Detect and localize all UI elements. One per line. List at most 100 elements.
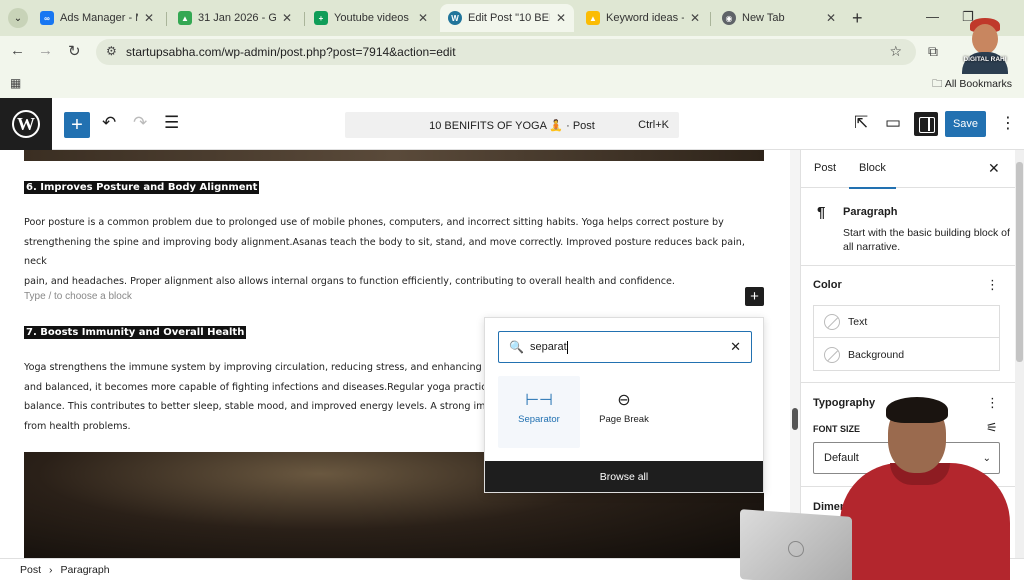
tab-edit-post[interactable]: W Edit Post "10 BENI ✕ bbox=[440, 4, 574, 32]
search-icon: 🔍 bbox=[509, 340, 524, 354]
folder-icon: 🗀 bbox=[932, 78, 943, 90]
block-option-separator[interactable]: ⊢⊣ Separator bbox=[498, 376, 580, 448]
laptop-logo-icon bbox=[788, 540, 804, 558]
minimize-icon[interactable]: — bbox=[926, 9, 939, 24]
close-tab-icon[interactable]: ✕ bbox=[418, 11, 428, 25]
undo-icon[interactable]: ↶ bbox=[102, 113, 116, 133]
reload-icon[interactable]: ↻ bbox=[68, 42, 81, 60]
tab-divider bbox=[304, 12, 305, 26]
block-inserter-popover: 🔍 separat ✕ ⊢⊣ Separator ⊖ Page Break Br… bbox=[484, 317, 764, 493]
presenter-webcam-overlay bbox=[740, 395, 1024, 580]
close-sidebar-icon[interactable]: ✕ bbox=[988, 160, 1000, 177]
wordpress-icon: W bbox=[12, 110, 40, 138]
block-option-page-break[interactable]: ⊖ Page Break bbox=[583, 376, 665, 448]
breadcrumb-separator-icon: › bbox=[49, 563, 53, 576]
tab-youtube-videos-sheet[interactable]: + Youtube videos co ✕ bbox=[306, 4, 436, 32]
scrollbar-thumb[interactable] bbox=[1016, 162, 1023, 362]
avatar-face bbox=[972, 24, 998, 54]
paragraph-line: balance. This contributes to better slee… bbox=[24, 401, 484, 412]
color-swatch-icon bbox=[824, 313, 840, 330]
paragraph-block[interactable]: Poor posture is a common problem due to … bbox=[24, 213, 764, 291]
separator-icon: ⊢⊣ bbox=[525, 392, 553, 409]
heading-block[interactable]: 6. Improves Posture and Body Alignment bbox=[24, 181, 260, 194]
tab-search-icon[interactable]: ⌄ bbox=[8, 8, 28, 28]
back-arrow-icon[interactable]: ← bbox=[10, 42, 25, 59]
paragraph-block[interactable]: Yoga strengthens the immune system by im… bbox=[24, 358, 484, 436]
close-tab-icon[interactable]: ✕ bbox=[282, 11, 292, 25]
divider bbox=[801, 265, 1015, 266]
background-color-option[interactable]: Background bbox=[814, 339, 999, 371]
page-break-icon: ⊖ bbox=[617, 392, 631, 409]
redo-icon[interactable]: ↷ bbox=[133, 113, 147, 133]
color-options-kebab-icon[interactable]: ⋮ bbox=[986, 277, 999, 293]
presenter-hair bbox=[886, 397, 948, 423]
sidebar-tabs: Post Block ✕ bbox=[801, 150, 1015, 189]
block-search-input[interactable]: separat bbox=[530, 341, 567, 353]
browse-all-button[interactable]: Browse all bbox=[485, 461, 763, 492]
google-drive-icon: ▲ bbox=[178, 11, 192, 25]
paragraph-line: and balanced, it becomes more capable of… bbox=[24, 381, 484, 393]
extensions-puzzle-icon[interactable]: ⧉ bbox=[928, 43, 938, 60]
command-palette-bar[interactable]: 10 BENIFITS OF YOGA 🧘 · Post Ctrl+K bbox=[345, 112, 679, 138]
tab-ads-manager[interactable]: ∞ Ads Manager - Ma ✕ bbox=[32, 4, 162, 32]
block-inserter-toggle[interactable]: + bbox=[64, 112, 90, 138]
site-info-icon[interactable]: ⚙ bbox=[106, 44, 117, 58]
new-tab-plus-icon[interactable]: + bbox=[852, 8, 863, 29]
forward-arrow-icon[interactable]: → bbox=[38, 42, 53, 59]
breadcrumb-item-post[interactable]: Post bbox=[20, 564, 41, 576]
paragraph-line: from health problems. bbox=[24, 420, 131, 432]
bookmark-star-icon[interactable]: ☆ bbox=[889, 43, 902, 60]
image-block[interactable] bbox=[24, 150, 764, 161]
document-title: 10 BENIFITS OF YOGA 🧘 · Post bbox=[429, 119, 595, 132]
block-option-label: Page Break bbox=[599, 414, 649, 425]
settings-sidebar-toggle[interactable] bbox=[914, 112, 938, 136]
inline-inserter-button[interactable]: + bbox=[745, 287, 764, 306]
heading-block[interactable]: 7. Boosts Immunity and Overall Health bbox=[24, 326, 247, 339]
block-description: Start with the basic building block of a… bbox=[843, 227, 1010, 253]
close-tab-icon[interactable]: ✕ bbox=[144, 11, 154, 25]
text-caret bbox=[566, 340, 568, 354]
device-preview-icon[interactable]: ▭ bbox=[885, 113, 901, 133]
close-tab-icon[interactable]: ✕ bbox=[690, 11, 700, 25]
paragraph-line: Poor posture is a common problem due to … bbox=[24, 217, 724, 228]
google-sheets-icon: + bbox=[314, 11, 328, 25]
tab-new-tab[interactable]: ◉ New Tab ✕ bbox=[714, 4, 844, 32]
tab-post[interactable]: Post bbox=[814, 162, 836, 174]
save-button[interactable]: Save bbox=[945, 111, 986, 137]
block-search-field[interactable]: 🔍 separat ✕ bbox=[498, 331, 752, 363]
close-tab-icon[interactable]: ✕ bbox=[556, 11, 566, 25]
tab-divider bbox=[710, 12, 711, 26]
breadcrumb-item-paragraph[interactable]: Paragraph bbox=[61, 564, 110, 576]
view-post-external-icon[interactable]: ⇱ bbox=[854, 113, 868, 133]
tab-divider bbox=[166, 12, 167, 26]
options-kebab-icon[interactable]: ⋮ bbox=[1000, 113, 1016, 133]
wordpress-logo-button[interactable]: W bbox=[0, 98, 52, 150]
paragraph-line: pain, and headaches. Proper alignment al… bbox=[24, 275, 675, 287]
paragraph-line: Yoga strengthens the immune system by im… bbox=[24, 362, 484, 373]
shortcut-hint: Ctrl+K bbox=[638, 119, 669, 131]
paragraph-icon: ¶ bbox=[817, 204, 826, 221]
close-tab-icon[interactable]: ✕ bbox=[826, 11, 836, 25]
tab-keyword-ideas[interactable]: ▲ Keyword ideas - M ✕ bbox=[578, 4, 708, 32]
block-option-label: Separator bbox=[518, 414, 560, 425]
empty-block-placeholder[interactable]: Type / to choose a block bbox=[24, 291, 132, 302]
document-overview-icon[interactable]: ☰ bbox=[164, 113, 179, 133]
url-text: startupsabha.com/wp-admin/post.php?post=… bbox=[126, 45, 456, 59]
divider bbox=[801, 382, 1015, 383]
text-color-option[interactable]: Text bbox=[814, 306, 999, 338]
block-name: Paragraph bbox=[843, 206, 898, 218]
paragraph-line: strengthening the spine and improving bo… bbox=[24, 236, 745, 268]
address-bar[interactable]: ⚙ startupsabha.com/wp-admin/post.php?pos… bbox=[96, 39, 916, 65]
avatar-text: DIGITAL RAHI bbox=[963, 56, 1007, 63]
apps-grid-icon[interactable]: ▦ bbox=[10, 76, 21, 90]
color-swatch-icon bbox=[824, 347, 840, 363]
wordpress-icon: W bbox=[448, 11, 462, 25]
tab-block[interactable]: Block bbox=[849, 162, 896, 189]
meta-icon: ∞ bbox=[40, 11, 54, 25]
clear-search-icon[interactable]: ✕ bbox=[730, 339, 741, 355]
editor-header: W + ↶ ↷ ☰ 10 BENIFITS OF YOGA 🧘 · Post C… bbox=[0, 98, 1024, 150]
all-bookmarks-button[interactable]: 🗀 All Bookmarks bbox=[932, 76, 1012, 94]
chrome-icon: ◉ bbox=[722, 11, 736, 25]
tab-google-drive[interactable]: ▲ 31 Jan 2026 - Goo ✕ bbox=[170, 4, 300, 32]
bookmarks-bar: ▦ 🗀 All Bookmarks bbox=[0, 68, 1024, 98]
